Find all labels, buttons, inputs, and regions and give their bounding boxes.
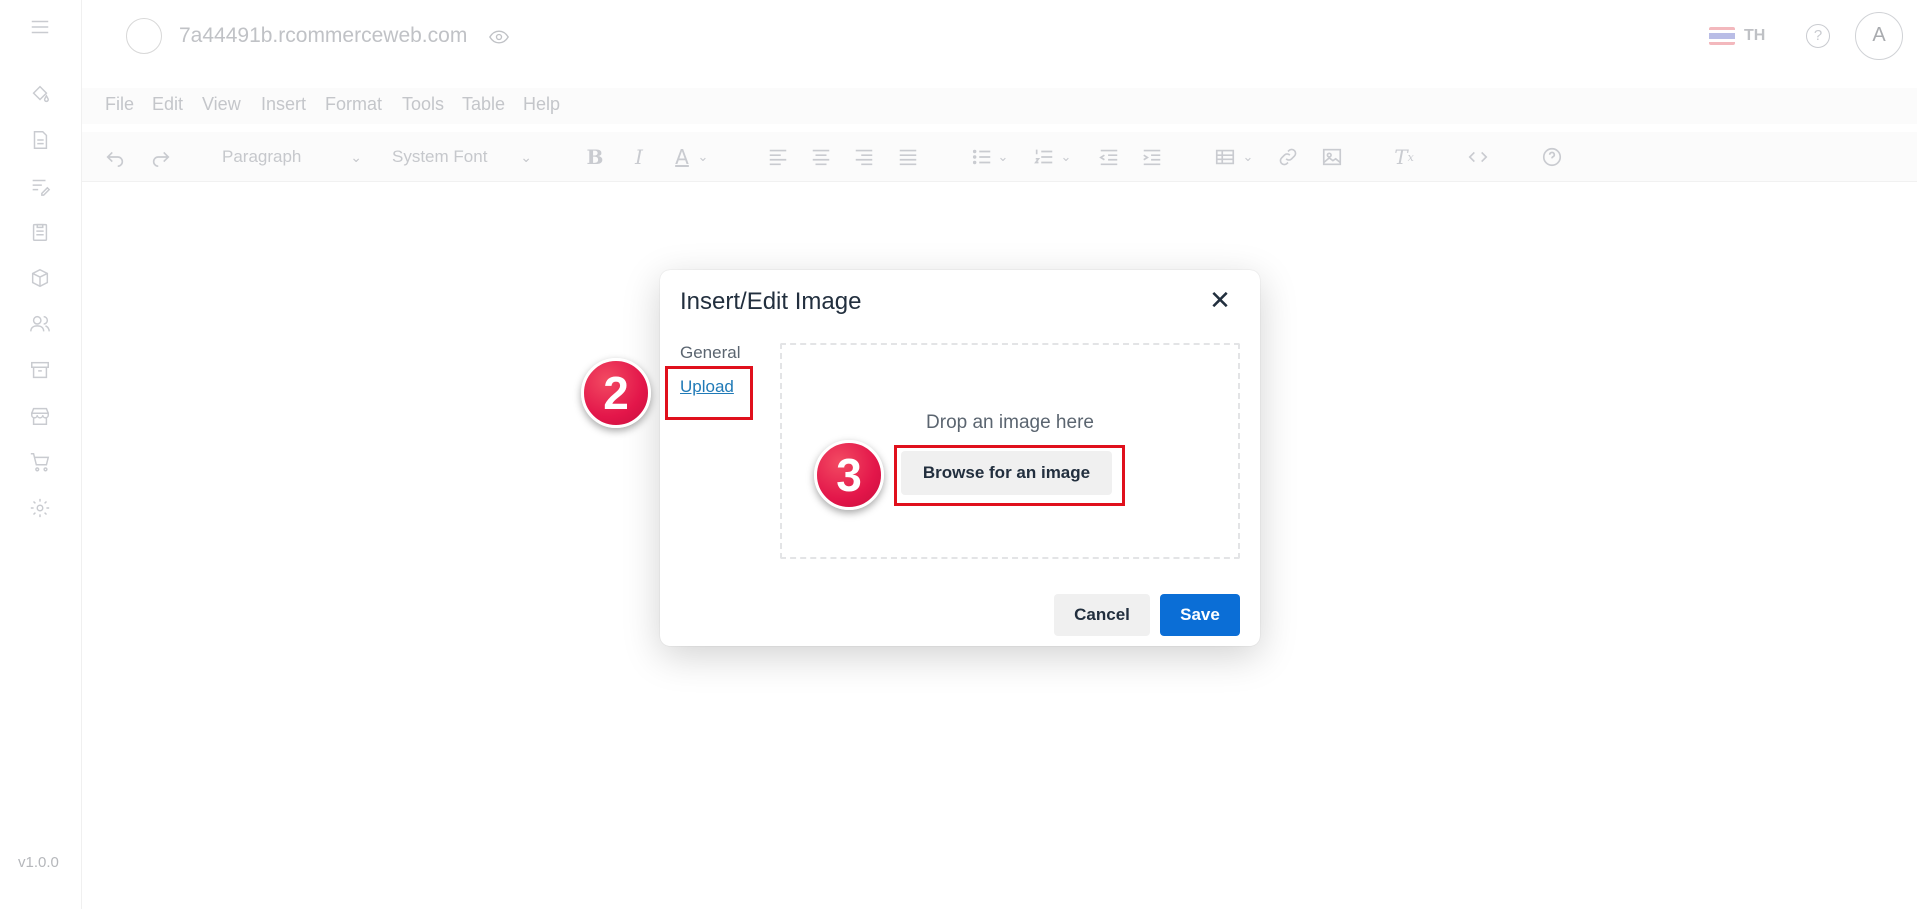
font-family-value: System Font xyxy=(392,147,488,166)
gear-icon[interactable] xyxy=(26,494,54,522)
chevron-down-icon[interactable]: ⌄ xyxy=(1241,143,1255,171)
eye-icon[interactable] xyxy=(489,29,509,45)
document-icon[interactable] xyxy=(26,126,54,154)
save-button[interactable]: Save xyxy=(1160,594,1240,636)
app-version: v1.0.0 xyxy=(18,854,59,871)
link-icon[interactable] xyxy=(1276,143,1300,171)
chevron-down-icon[interactable]: ⌄ xyxy=(996,143,1010,171)
cart-icon[interactable] xyxy=(26,448,54,476)
undo-icon[interactable] xyxy=(102,143,128,171)
justify-icon[interactable] xyxy=(896,143,920,171)
drop-text: Drop an image here xyxy=(926,412,1094,433)
numbered-list-icon[interactable] xyxy=(1032,143,1056,171)
text-color-icon[interactable]: A xyxy=(670,143,694,171)
chevron-down-icon[interactable]: ⌄ xyxy=(696,143,710,171)
editor-menubar: File Edit View Insert Format Tools Table… xyxy=(82,88,1917,124)
users-icon[interactable] xyxy=(26,310,54,338)
thai-flag-icon[interactable] xyxy=(1709,27,1735,45)
redo-icon[interactable] xyxy=(148,143,174,171)
menu-tools[interactable]: Tools xyxy=(402,94,444,115)
menu-table[interactable]: Table xyxy=(462,94,505,115)
hamburger-menu-icon[interactable] xyxy=(26,13,54,41)
menu-format[interactable]: Format xyxy=(325,94,382,115)
close-icon[interactable]: ✕ xyxy=(1207,287,1233,313)
menu-insert[interactable]: Insert xyxy=(261,94,306,115)
table-icon[interactable] xyxy=(1212,143,1238,171)
help-icon[interactable]: ? xyxy=(1806,24,1830,48)
align-left-icon[interactable] xyxy=(766,143,790,171)
insert-image-dialog: Insert/Edit Image ✕ General Upload Drop … xyxy=(660,270,1260,646)
highlight-box-browse xyxy=(894,445,1125,506)
menu-view[interactable]: View xyxy=(202,94,241,115)
editor-toolbar: Paragraph ⌄ System Font ⌄ B I A ⌄ ⌄ ⌄ ⌄ … xyxy=(82,132,1917,182)
cancel-button[interactable]: Cancel xyxy=(1054,594,1150,636)
step-badge-3: 3 xyxy=(814,440,884,510)
site-logo[interactable] xyxy=(126,18,162,54)
menu-help[interactable]: Help xyxy=(523,94,560,115)
italic-icon[interactable]: I xyxy=(628,143,650,171)
paint-bucket-icon[interactable] xyxy=(26,80,54,108)
font-family-select[interactable]: System Font ⌄ xyxy=(382,142,540,172)
image-icon[interactable] xyxy=(1319,143,1345,171)
top-bar: 7a44491b.rcommerceweb.com TH ? A xyxy=(82,0,1917,74)
tab-general[interactable]: General xyxy=(680,343,740,363)
menu-edit[interactable]: Edit xyxy=(152,94,183,115)
highlight-box-upload xyxy=(665,366,753,420)
language-selector[interactable]: TH xyxy=(1744,27,1765,45)
chevron-down-icon[interactable]: ⌄ xyxy=(1059,143,1073,171)
align-right-icon[interactable] xyxy=(852,143,876,171)
menu-file[interactable]: File xyxy=(105,94,134,115)
bold-icon[interactable]: B xyxy=(584,143,606,171)
block-format-select[interactable]: Paragraph ⌄ xyxy=(212,142,370,172)
site-name[interactable]: 7a44491b.rcommerceweb.com xyxy=(179,24,467,48)
store-icon[interactable] xyxy=(26,402,54,430)
edit-lines-icon[interactable] xyxy=(26,172,54,200)
source-code-icon[interactable] xyxy=(1465,143,1491,171)
clear-formatting-icon[interactable]: Tx xyxy=(1392,143,1416,171)
archive-icon[interactable] xyxy=(26,356,54,384)
chevron-down-icon: ⌄ xyxy=(350,149,362,165)
help-icon[interactable] xyxy=(1539,143,1565,171)
chevron-down-icon: ⌄ xyxy=(520,149,532,165)
step-badge-2: 2 xyxy=(581,358,651,428)
clipboard-icon[interactable] xyxy=(26,218,54,246)
bullet-list-icon[interactable] xyxy=(970,143,994,171)
indent-icon[interactable] xyxy=(1140,143,1164,171)
avatar[interactable]: A xyxy=(1855,12,1903,60)
block-format-value: Paragraph xyxy=(222,147,302,166)
sidebar: v1.0.0 xyxy=(0,0,82,909)
dialog-title: Insert/Edit Image xyxy=(680,288,862,315)
outdent-icon[interactable] xyxy=(1097,143,1121,171)
align-center-icon[interactable] xyxy=(809,143,833,171)
box-icon[interactable] xyxy=(26,264,54,292)
